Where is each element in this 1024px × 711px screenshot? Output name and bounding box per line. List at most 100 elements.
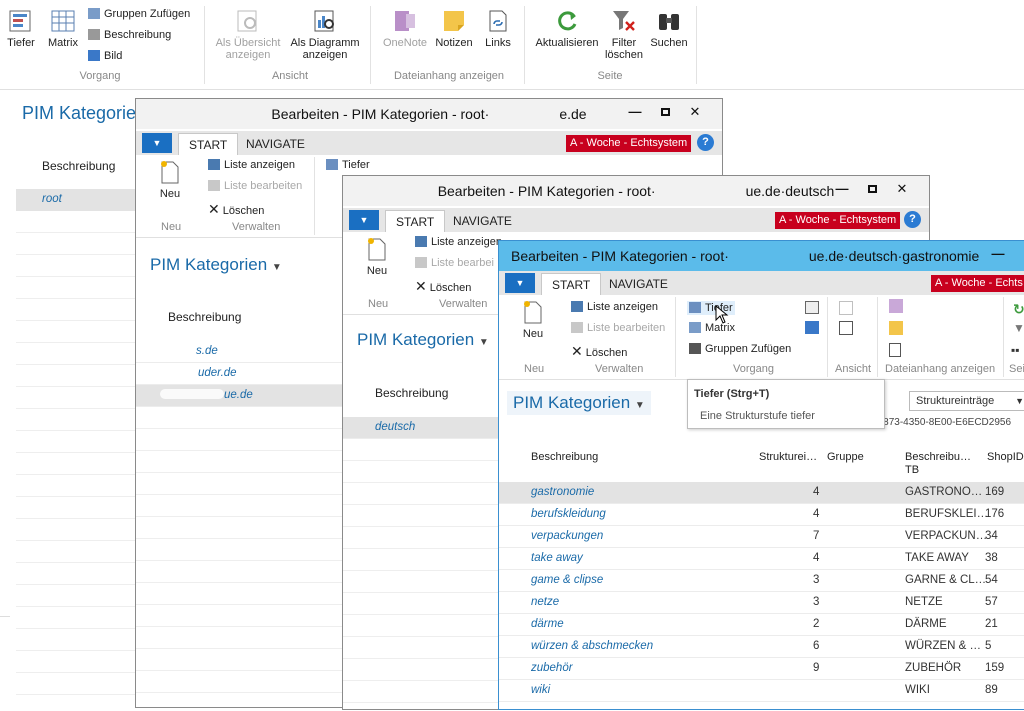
gruppen-zufuegen-button[interactable]: Gruppen Zufügen bbox=[88, 8, 190, 20]
matrix-button[interactable]: Matrix bbox=[44, 8, 82, 49]
help-icon[interactable]: ? bbox=[697, 134, 714, 151]
minimize-button[interactable]: — bbox=[983, 243, 1013, 265]
menu-dropdown-icon[interactable]: ▼ bbox=[142, 133, 172, 153]
bild-button[interactable]: Bild bbox=[88, 50, 122, 62]
cell-beschreibung[interactable]: wiki bbox=[531, 684, 550, 696]
page-title[interactable]: PIM Kategorien ▼ bbox=[507, 391, 651, 415]
table-row[interactable]: wiki WIKI 89 bbox=[499, 680, 1024, 702]
minimize-button[interactable]: — bbox=[827, 178, 857, 200]
beschreibung-icon[interactable] bbox=[805, 301, 819, 314]
tab-start[interactable]: START bbox=[385, 210, 446, 232]
tab-navigate[interactable]: NAVIGATE bbox=[443, 210, 522, 232]
table-row[interactable]: take away 4 TAKE AWAY 38 bbox=[499, 548, 1024, 570]
table-row[interactable]: berufskleidung 4 BERUFSKLEI… 176 bbox=[499, 504, 1024, 526]
refresh-icon[interactable]: ↻ bbox=[1013, 301, 1024, 318]
column-header-struktureintraege[interactable]: Strukturei… bbox=[759, 451, 817, 463]
close-button[interactable]: ✕ bbox=[887, 178, 917, 200]
liste-anzeigen-button[interactable]: Liste anzeigen bbox=[415, 236, 502, 248]
menu-dropdown-icon[interactable]: ▼ bbox=[505, 273, 535, 293]
liste-anzeigen-button[interactable]: Liste anzeigen bbox=[571, 301, 658, 313]
liste-bearbeiten-button[interactable]: Liste bearbeiten bbox=[571, 322, 665, 334]
cell-beschreibung[interactable]: game & clipse bbox=[531, 574, 603, 586]
neu-button[interactable]: Neu bbox=[517, 299, 549, 340]
chevron-down-icon[interactable]: ▼ bbox=[272, 262, 282, 273]
cell-beschreibung[interactable]: därme bbox=[531, 618, 564, 630]
gruppen-zufuegen-button[interactable]: Gruppen Zufügen bbox=[689, 343, 791, 355]
cell-beschreibung[interactable]: gastronomie bbox=[531, 486, 594, 498]
row-beschreibung[interactable]: root bbox=[42, 193, 62, 205]
table-row[interactable]: root bbox=[16, 189, 146, 211]
binoculars-icon[interactable]: ▪▪ bbox=[1011, 343, 1020, 357]
column-header-beschreibung[interactable]: Beschreibung bbox=[168, 310, 241, 324]
liste-bearbeiten-button[interactable]: Liste bearbei bbox=[415, 257, 494, 269]
cell-beschreibung[interactable]: zubehör bbox=[531, 662, 573, 674]
bild-icon[interactable] bbox=[805, 321, 819, 334]
help-icon[interactable]: ? bbox=[904, 211, 921, 228]
table-row[interactable]: netze 3 NETZE 57 bbox=[499, 592, 1024, 614]
onenote-icon[interactable] bbox=[889, 299, 903, 313]
cell-beschreibung[interactable]: take away bbox=[531, 552, 583, 564]
table-row[interactable]: gastronomie 4 GASTRONO… 169 bbox=[499, 482, 1024, 504]
tab-navigate[interactable]: NAVIGATE bbox=[599, 273, 678, 295]
als-uebersicht-icon[interactable] bbox=[839, 301, 853, 315]
filter-loeschen-button[interactable]: Filter löschen bbox=[604, 8, 644, 61]
column-header-gruppe[interactable]: Gruppe bbox=[827, 451, 864, 463]
tab-navigate[interactable]: NAVIGATE bbox=[236, 133, 315, 155]
loeschen-button[interactable]: ✕ Löschen bbox=[571, 343, 627, 360]
chevron-down-icon[interactable]: ▼ bbox=[635, 400, 645, 411]
tab-start[interactable]: START bbox=[178, 133, 239, 155]
neu-button[interactable]: Neu bbox=[361, 236, 393, 277]
als-diagramm-button[interactable]: Als Diagramm anzeigen bbox=[286, 8, 364, 61]
onenote-button[interactable]: OneNote bbox=[380, 8, 430, 49]
loeschen-button[interactable]: ✕ Löschen bbox=[208, 201, 264, 218]
column-header-beschreibung[interactable]: Beschreibung bbox=[42, 159, 115, 173]
tiefer-button[interactable]: Tiefer bbox=[4, 8, 38, 49]
table-row[interactable]: würzen & abschmecken 6 WÜRZEN & … 5 bbox=[499, 636, 1024, 658]
cell-beschreibung[interactable]: verpackungen bbox=[531, 530, 603, 542]
new-document-icon bbox=[161, 161, 179, 184]
minimize-button[interactable]: — bbox=[620, 101, 650, 123]
matrix-button[interactable]: Matrix bbox=[689, 322, 735, 334]
menu-dropdown-icon[interactable]: ▼ bbox=[349, 210, 379, 230]
notizen-icon[interactable] bbox=[889, 321, 903, 335]
liste-bearbeiten-button[interactable]: Liste bearbeiten bbox=[208, 180, 302, 192]
cell-beschreibung[interactable]: berufskleidung bbox=[531, 508, 606, 520]
table-row[interactable]: därme 2 DÄRME 21 bbox=[499, 614, 1024, 636]
table-row[interactable]: verpackungen 7 VERPACKUN… 34 bbox=[499, 526, 1024, 548]
maximize-button[interactable] bbox=[1013, 243, 1024, 265]
notizen-button[interactable]: Notizen bbox=[432, 8, 476, 49]
filter-clear-icon[interactable]: ▼ bbox=[1013, 321, 1024, 335]
maximize-button[interactable] bbox=[650, 101, 680, 123]
row-beschreibung[interactable]: s.de bbox=[196, 345, 218, 357]
suchen-button[interactable]: Suchen bbox=[648, 8, 690, 49]
als-diagramm-icon[interactable] bbox=[839, 321, 853, 335]
row-beschreibung[interactable]: ue.de bbox=[160, 389, 253, 401]
cell-beschreibung[interactable]: netze bbox=[531, 596, 559, 608]
matrix-icon bbox=[51, 10, 75, 32]
liste-anzeigen-button[interactable]: Liste anzeigen bbox=[208, 159, 295, 171]
column-header-beschreibung-tb[interactable]: Beschreibu… TB bbox=[905, 451, 971, 477]
links-icon[interactable] bbox=[889, 343, 901, 357]
tiefer-button[interactable]: Tiefer bbox=[326, 159, 370, 171]
row-beschreibung[interactable]: deutsch bbox=[375, 421, 415, 433]
beschreibung-button[interactable]: Beschreibung bbox=[88, 29, 171, 41]
row-beschreibung[interactable]: uder.de bbox=[174, 367, 237, 379]
chevron-down-icon[interactable]: ▼ bbox=[479, 337, 489, 348]
close-button[interactable]: ✕ bbox=[680, 101, 710, 123]
column-header-beschreibung[interactable]: Beschreibung bbox=[531, 451, 598, 463]
links-button[interactable]: Links bbox=[480, 8, 516, 49]
cell-beschreibung-tb: WÜRZEN & … bbox=[905, 640, 982, 652]
cell-beschreibung[interactable]: würzen & abschmecken bbox=[531, 640, 653, 652]
maximize-button[interactable] bbox=[857, 178, 887, 200]
column-header-beschreibung[interactable]: Beschreibung bbox=[375, 386, 448, 400]
column-header-shopid[interactable]: ShopID bbox=[987, 451, 1024, 463]
table-row[interactable]: game & clipse 3 GARNE & CL… 54 bbox=[499, 570, 1024, 592]
filter-dropdown[interactable]: Struktureinträge ▼ bbox=[909, 391, 1024, 411]
tab-start[interactable]: START bbox=[541, 273, 602, 295]
liste-anzeigen-label: Liste anzeigen bbox=[224, 159, 295, 171]
neu-button[interactable]: Neu bbox=[154, 159, 186, 200]
loeschen-button[interactable]: ✕ Löschen bbox=[415, 278, 471, 295]
als-uebersicht-button[interactable]: Als Übersicht anzeigen bbox=[212, 8, 284, 61]
aktualisieren-button[interactable]: Aktualisieren bbox=[532, 8, 602, 49]
table-row[interactable]: zubehör 9 ZUBEHÖR 159 bbox=[499, 658, 1024, 680]
